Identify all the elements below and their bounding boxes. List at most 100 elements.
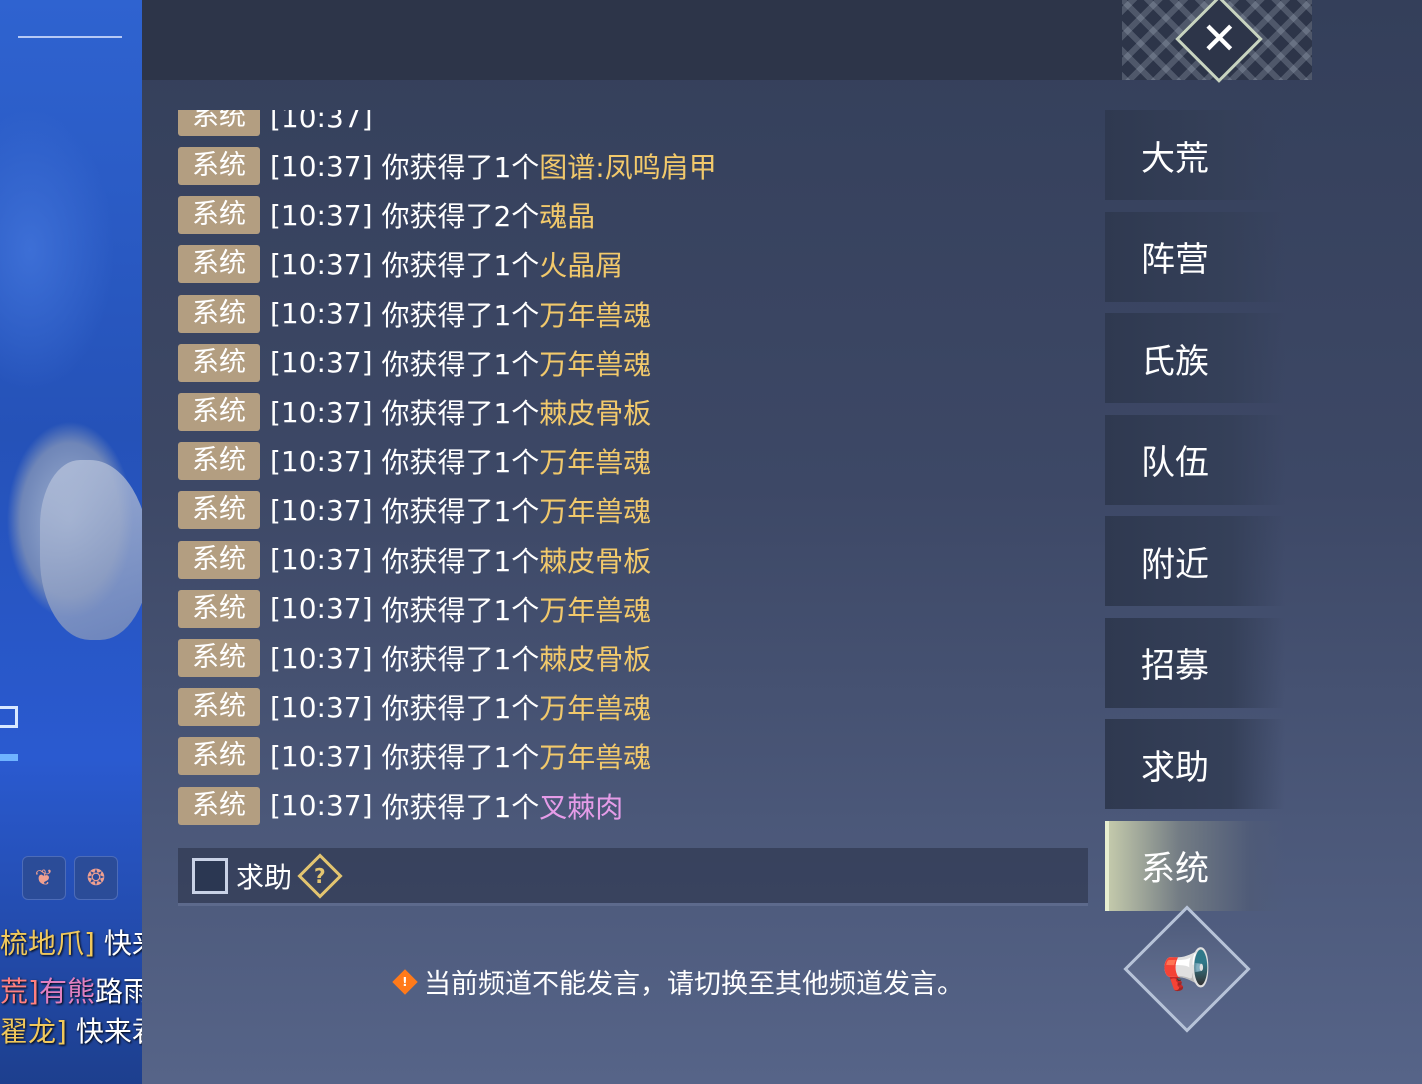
message-time: [10:37]	[270, 739, 373, 773]
chat-message: 系统 [10:37] 你获得了1个 棘皮骨板	[178, 639, 651, 677]
chat-message: 系统 [10:37] 你获得了1个 叉棘肉	[178, 786, 623, 826]
system-tag: 系统	[178, 442, 260, 481]
scene-hud-bar	[0, 754, 18, 761]
message-body	[373, 346, 382, 379]
item-link[interactable]: 万年兽魂	[539, 490, 651, 530]
chat-message: 系统 [10:37] 你获得了1个 万年兽魂	[178, 343, 651, 383]
close-icon: ✕	[1200, 13, 1238, 65]
message-time: [10:37]	[270, 395, 373, 429]
chat-message: 系统 [10:37] 你获得了1个 万年兽魂	[178, 736, 651, 776]
tab-2[interactable]: 阵营	[1105, 211, 1285, 302]
system-tag: 系统	[178, 294, 260, 333]
message-time: [10:37]	[270, 149, 373, 183]
system-tag: 系统	[178, 343, 260, 382]
tab-1[interactable]: 大荒	[1105, 110, 1285, 200]
game-scene-background: ❦ ❂ 梳地爪] 快来 荒]有熊路雨 翟龙] 快来君	[0, 0, 142, 1084]
beast-icon[interactable]: ❂	[74, 856, 118, 900]
chat-message: 系统 [10:37] 你获得了1个 图谱:凤鸣肩甲	[178, 147, 717, 185]
item-link[interactable]: 图谱:凤鸣肩甲	[539, 146, 716, 186]
message-body	[373, 789, 382, 822]
message-time: [10:37]	[270, 297, 373, 331]
channel-notice: ! 当前频道不能发言，请切换至其他频道发言。	[392, 962, 964, 1001]
message-body	[373, 150, 382, 183]
item-link[interactable]: 万年兽魂	[539, 687, 651, 727]
item-link[interactable]: 万年兽魂	[539, 589, 651, 629]
message-body	[373, 691, 382, 724]
help-info-icon[interactable]: ?	[297, 852, 343, 899]
message-time: [10:37]	[270, 543, 373, 577]
chat-message: 系统 [10:37] 你获得了1个 万年兽魂	[178, 687, 651, 727]
message-time: [10:37]	[270, 346, 373, 380]
message-time: [10:37]	[270, 110, 373, 134]
message-body	[373, 494, 382, 527]
system-tag: 系统	[178, 786, 260, 825]
message-text: 你获得了1个	[381, 643, 540, 676]
scene-decoration	[18, 36, 122, 38]
system-tag: 系统	[178, 589, 260, 628]
system-tag: 系统	[178, 147, 260, 185]
item-link[interactable]: 万年兽魂	[539, 343, 651, 383]
tab-4[interactable]: 队伍	[1105, 414, 1285, 505]
tab-8[interactable]: 系统	[1105, 820, 1285, 911]
message-text: 你获得了1个	[381, 446, 540, 480]
warning-icon: !	[392, 968, 418, 995]
tab-6[interactable]: 招募	[1105, 617, 1285, 708]
chat-message: 系统 [10:37] 你获得了2个 魂晶	[178, 195, 595, 235]
message-body	[373, 297, 382, 330]
message-time: [10:37]	[270, 198, 373, 232]
system-tag: 系统	[178, 393, 260, 431]
lungs-icon[interactable]: ❦	[22, 856, 66, 900]
message-text: 你获得了1个	[381, 544, 540, 578]
message-body	[373, 642, 382, 675]
message-text: 你获得了1个	[381, 347, 540, 381]
chat-message: 系统 [10:37] 你获得了1个 棘皮骨板	[178, 540, 651, 580]
message-text: 你获得了1个	[381, 790, 540, 824]
chat-panel: ✕ 系统 [10:37] 你获得了1个 图谱:凤鸣肩甲 系统 [10:37] 你获得了2…	[142, 0, 1422, 1084]
megaphone-button[interactable]: 📢	[1123, 905, 1251, 1033]
megaphone-icon: 📢	[1162, 946, 1212, 993]
chat-message: 系统 [10:37] 你获得了1个 万年兽魂	[178, 294, 651, 334]
item-link[interactable]: 叉棘肉	[539, 786, 623, 826]
scene-buff-icons: ❦ ❂	[22, 856, 118, 900]
help-filter-row: 求助 ?	[178, 848, 1088, 906]
message-text: 你获得了1个	[381, 692, 540, 726]
system-tag: 系统	[178, 688, 260, 727]
item-link[interactable]: 棘皮骨板	[539, 392, 651, 432]
system-tag: 系统	[178, 737, 260, 776]
message-text: 你获得了1个	[381, 151, 540, 184]
message-time: [10:37]	[270, 247, 373, 281]
tab-7[interactable]: 求助	[1105, 719, 1285, 809]
message-body	[373, 740, 382, 773]
item-link[interactable]: 魂晶	[539, 195, 595, 235]
scene-hud-bracket	[0, 706, 18, 728]
item-link[interactable]: 棘皮骨板	[539, 540, 651, 580]
chat-message: 系统 [10:37] 你获得了1个 火晶屑	[178, 244, 623, 284]
scene-chat-line: 翟龙] 快来君	[0, 1015, 142, 1048]
tab-5[interactable]: 附近	[1105, 516, 1285, 606]
tab-3[interactable]: 氏族	[1105, 313, 1285, 403]
chat-message: 系统 [10:37] 你获得了1个 万年兽魂	[178, 589, 651, 629]
system-tag: 系统	[178, 196, 260, 235]
item-link[interactable]: 万年兽魂	[539, 736, 651, 776]
message-text: 你获得了1个	[381, 298, 540, 332]
item-link[interactable]: 火晶屑	[539, 244, 623, 284]
notice-text: 当前频道不能发言，请切换至其他频道发言。	[424, 969, 964, 1000]
message-text: 你获得了1个	[381, 495, 540, 529]
message-text: 你获得了1个	[381, 249, 540, 283]
scene-chat-line: 荒]有熊路雨	[0, 975, 142, 1008]
help-checkbox[interactable]	[192, 857, 228, 894]
message-time: [10:37]	[270, 592, 373, 626]
scene-chat-line: 梳地爪] 快来	[0, 927, 142, 960]
chat-panel-header: ✕	[142, 0, 1312, 83]
chat-message: 系统 [10:37] 你获得了1个 万年兽魂	[178, 441, 651, 481]
message-body	[373, 396, 382, 429]
message-time: [10:37]	[270, 690, 373, 724]
message-body	[373, 543, 382, 576]
chat-message: 系统 [10:37] 你获得了1个 棘皮骨板	[178, 393, 651, 431]
message-text: 你获得了1个	[381, 741, 540, 775]
item-link[interactable]: 万年兽魂	[539, 294, 651, 334]
chat-message: 系统 [10:37] 你获得了1个 万年兽魂	[178, 490, 651, 530]
message-list[interactable]: 系统 [10:37] 你获得了1个 图谱:凤鸣肩甲 系统 [10:37] 你获得了2个魂…	[178, 110, 1088, 845]
item-link[interactable]: 棘皮骨板	[539, 638, 651, 678]
item-link[interactable]: 万年兽魂	[539, 441, 651, 481]
